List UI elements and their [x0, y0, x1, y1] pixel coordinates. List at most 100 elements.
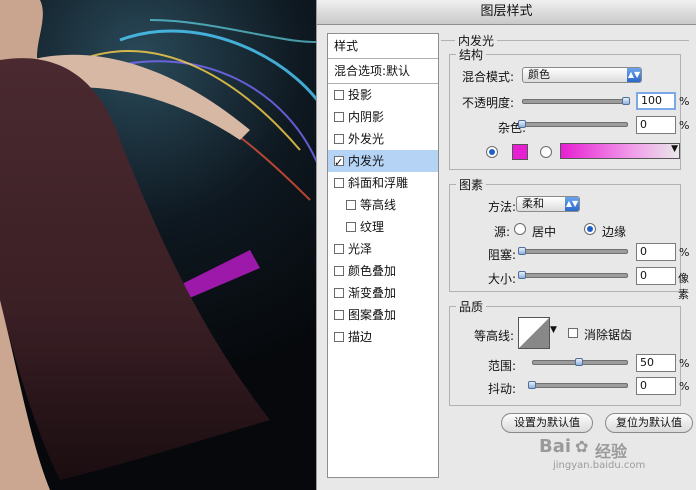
noise-field[interactable]: 0	[636, 116, 676, 134]
gradient-picker[interactable]: ▼	[560, 143, 680, 159]
size-label: 大小:	[488, 272, 517, 286]
blend-mode-label: 混合模式:	[462, 70, 515, 84]
jitter-unit: %	[679, 380, 690, 393]
quality-legend: 品质	[456, 298, 487, 315]
range-slider-knob[interactable]	[575, 358, 583, 366]
gradient-radio[interactable]	[540, 146, 552, 158]
make-default-button[interactable]: 设置为默认值	[501, 413, 593, 433]
sidebar-item-label: 斜面和浮雕	[348, 176, 409, 190]
style-checkbox[interactable]	[334, 152, 344, 174]
sidebar-item[interactable]: 图案叠加	[328, 304, 438, 326]
watermark-brand: Bai	[539, 436, 572, 457]
contour-label: 等高线:	[474, 329, 515, 343]
choke-unit: %	[679, 246, 690, 259]
contour-picker[interactable]	[518, 317, 550, 349]
source-center-radio[interactable]	[514, 223, 526, 235]
elements-group: 图素 方法: 柔和 ▲▼ 源: 居中 边缘 阻塞: 0 % 大小: 0 像素	[449, 176, 689, 301]
sidebar-item-label: 描边	[348, 330, 373, 344]
technique-value: 柔和	[522, 197, 544, 210]
style-list: 投影内阴影外发光内发光斜面和浮雕等高线纹理光泽颜色叠加渐变叠加图案叠加描边	[328, 84, 438, 348]
sidebar-item[interactable]: 等高线	[328, 194, 438, 216]
style-checkbox[interactable]	[334, 178, 344, 188]
blend-options-item[interactable]: 混合选项:默认	[328, 59, 438, 84]
technique-label: 方法:	[488, 200, 517, 214]
sidebar-item-label: 图案叠加	[348, 308, 397, 322]
sidebar-item-label: 内阴影	[348, 110, 385, 124]
style-checkbox[interactable]	[346, 222, 356, 232]
sidebar-item-label: 投影	[348, 88, 373, 102]
style-checkbox[interactable]	[334, 112, 344, 122]
opacity-label: 不透明度:	[462, 96, 515, 110]
sidebar-item-label: 渐变叠加	[348, 286, 397, 300]
choke-field[interactable]: 0	[636, 243, 676, 261]
sidebar-item-label: 颜色叠加	[348, 264, 397, 278]
opacity-unit: %	[679, 95, 690, 108]
sidebar-item[interactable]: 斜面和浮雕	[328, 172, 438, 194]
paw-logo-icon: ✿	[575, 437, 589, 456]
layer-style-dialog: 图层样式 样式 混合选项:默认 投影内阴影外发光内发光斜面和浮雕等高线纹理光泽颜…	[316, 0, 696, 490]
noise-slider[interactable]	[522, 122, 628, 127]
dancer-artwork	[0, 0, 330, 490]
noise-slider-knob[interactable]	[518, 120, 526, 128]
style-checkbox[interactable]	[334, 310, 344, 320]
watermark-mark: 经验	[595, 442, 628, 461]
sidebar-item[interactable]: 内阴影	[328, 106, 438, 128]
structure-legend: 结构	[456, 46, 487, 63]
size-slider-knob[interactable]	[518, 271, 526, 279]
watermark-url: jingyan.baidu.com	[553, 460, 646, 471]
elements-legend: 图素	[456, 176, 487, 193]
sidebar-item[interactable]: 颜色叠加	[328, 260, 438, 282]
style-checkbox[interactable]	[334, 90, 344, 100]
select-arrows-icon: ▲▼	[627, 68, 641, 82]
size-field[interactable]: 0	[636, 267, 676, 285]
style-checkbox[interactable]	[334, 134, 344, 144]
blend-mode-select[interactable]: 颜色 ▲▼	[522, 67, 642, 83]
styles-header[interactable]: 样式	[328, 34, 438, 59]
technique-select[interactable]: 柔和 ▲▼	[516, 196, 580, 212]
dialog-title: 图层样式	[317, 0, 696, 25]
size-slider[interactable]	[522, 273, 628, 278]
sidebar-item-label: 纹理	[360, 220, 385, 234]
sidebar-item[interactable]: 投影	[328, 84, 438, 106]
jitter-slider[interactable]	[532, 383, 628, 388]
style-checkbox[interactable]	[334, 332, 344, 342]
style-checkbox[interactable]	[334, 266, 344, 276]
reset-default-button[interactable]: 复位为默认值	[605, 413, 693, 433]
sidebar-item-label: 等高线	[360, 198, 397, 212]
sidebar-item[interactable]: 内发光	[328, 150, 438, 174]
source-edge-label: 边缘	[602, 225, 627, 239]
sidebar-item[interactable]: 纹理	[328, 216, 438, 238]
sidebar-item-label: 光泽	[348, 242, 373, 256]
sidebar-item[interactable]: 光泽	[328, 238, 438, 260]
blend-mode-value: 颜色	[528, 68, 550, 81]
source-center-label: 居中	[532, 225, 557, 239]
jitter-slider-knob[interactable]	[528, 381, 536, 389]
jitter-field[interactable]: 0	[636, 377, 676, 395]
choke-label: 阻塞:	[488, 248, 517, 262]
choke-slider[interactable]	[522, 249, 628, 254]
style-checkbox[interactable]	[334, 244, 344, 254]
opacity-slider-knob[interactable]	[622, 97, 630, 105]
glow-color-swatch[interactable]	[512, 144, 528, 160]
quality-group: 品质 等高线: ▼ 消除锯齿 范围: 50 % 抖动: 0 %	[449, 298, 689, 406]
style-checkbox[interactable]	[346, 200, 356, 210]
color-radio[interactable]	[486, 146, 498, 158]
choke-slider-knob[interactable]	[518, 247, 526, 255]
style-checkbox[interactable]	[334, 288, 344, 298]
canvas-artwork	[0, 0, 330, 490]
sidebar-item[interactable]: 渐变叠加	[328, 282, 438, 304]
antialias-checkbox[interactable]	[568, 328, 578, 338]
sidebar-item[interactable]: 描边	[328, 326, 438, 348]
gradient-dropdown-icon[interactable]: ▼	[671, 144, 678, 154]
contour-dropdown-icon[interactable]: ▼	[550, 325, 557, 335]
sidebar-item-label: 内发光	[348, 154, 385, 168]
opacity-slider[interactable]	[522, 99, 628, 104]
opacity-field[interactable]: 100	[636, 92, 676, 110]
range-unit: %	[679, 357, 690, 370]
source-edge-radio[interactable]	[584, 223, 596, 235]
antialias-label: 消除锯齿	[584, 328, 633, 342]
sidebar-item[interactable]: 外发光	[328, 128, 438, 150]
sidebar-item-label: 外发光	[348, 132, 385, 146]
styles-sidebar: 样式 混合选项:默认 投影内阴影外发光内发光斜面和浮雕等高线纹理光泽颜色叠加渐变…	[327, 33, 439, 478]
range-field[interactable]: 50	[636, 354, 676, 372]
